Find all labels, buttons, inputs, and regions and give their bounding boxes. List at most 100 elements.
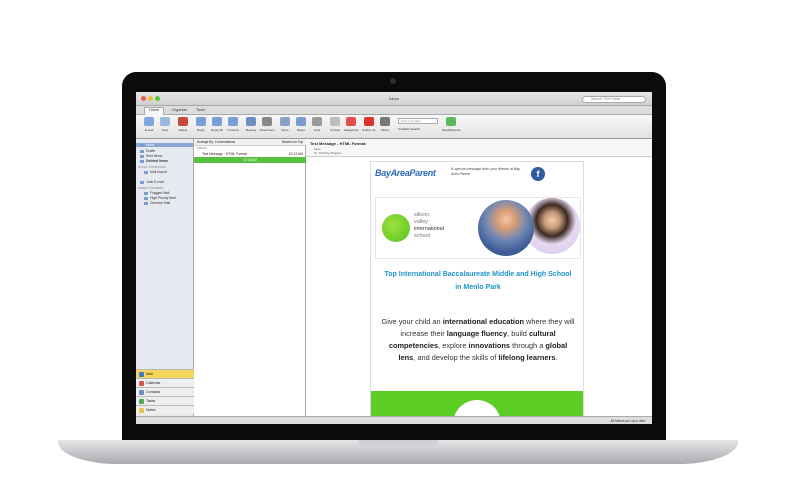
- tasks-icon: [139, 399, 144, 404]
- meeting-icon: [246, 117, 256, 126]
- email-icon: [144, 117, 154, 126]
- tab-tools[interactable]: Tools: [196, 108, 205, 112]
- body-text: .: [555, 353, 558, 362]
- nav-notes[interactable]: Notes: [136, 405, 194, 414]
- unread-icon: [330, 117, 340, 126]
- window-title: Inbox: [389, 96, 399, 101]
- svis-line-1: silicon: [414, 212, 430, 218]
- nav-label: Notes: [146, 408, 156, 412]
- nav-mail[interactable]: Mail: [136, 369, 194, 378]
- sidebar-item-junk[interactable]: Junk E-mail: [140, 180, 164, 184]
- hero-banner[interactable]: silicon valley international school: [375, 197, 581, 259]
- nav-calendar[interactable]: Calendar: [136, 378, 194, 387]
- bayareaparent-logo[interactable]: BayAreaParent: [375, 168, 436, 178]
- body-bold: innovations: [468, 341, 511, 350]
- nav-tasks[interactable]: Tasks: [136, 396, 194, 405]
- html-email-body: BayAreaParent A special message from you…: [370, 161, 584, 418]
- sidebar-item-label: Flagged Mail: [150, 191, 170, 195]
- forward-button[interactable]: Forward: [224, 117, 242, 137]
- smart-folders-header[interactable]: SMART FOLDERS: [138, 186, 163, 190]
- reply-icon: [196, 117, 206, 126]
- filters-button[interactable]: Filters: [376, 117, 394, 137]
- sidebar-item-high-priority[interactable]: High Priority Mail: [144, 196, 176, 200]
- sidebar-item-label: Deleted Items: [146, 159, 169, 163]
- calendar-icon: [139, 381, 144, 386]
- smart-folder-icon: [144, 196, 148, 200]
- sidebar-item-mail-import[interactable]: Mail Import: [144, 170, 167, 174]
- facebook-icon[interactable]: f: [531, 167, 545, 181]
- contacts-icon: [139, 390, 144, 395]
- attachment-label: Attachment: [259, 128, 275, 132]
- contacts-search-label: Contacts Search: [398, 127, 421, 131]
- sidebar-item-overdue[interactable]: Overdue Mail: [144, 201, 170, 205]
- folder-icon: [140, 180, 144, 184]
- arrange-bar[interactable]: Arrange By: Conversations Newest on Top: [194, 139, 306, 146]
- outlook-window: Inbox Search This Folder Home Organize T…: [136, 92, 652, 424]
- delete-label: Delete: [178, 128, 188, 132]
- email-headline[interactable]: Top International Baccalaureate Middle a…: [381, 268, 575, 294]
- sidebar-item-label: Mail Import: [150, 170, 167, 174]
- forward-icon: [228, 117, 238, 126]
- search-placeholder: Search This Folder: [591, 97, 621, 101]
- find-contact-input[interactable]: Find a Contact: [398, 118, 438, 124]
- contacts-search-button[interactable]: Contacts Search: [398, 127, 420, 131]
- sidebar-item-inbox[interactable]: Inbox: [136, 143, 193, 147]
- rules-icon: [296, 117, 306, 126]
- ribbon-tabs: Home Organize Tools: [136, 106, 652, 115]
- smart-folder-icon: [144, 191, 148, 195]
- body-text: , build: [507, 329, 529, 338]
- svis-logo-icon: [382, 214, 410, 242]
- ribbon-toolbar: E-mail New Delete Reply Reply All Forwar…: [136, 115, 652, 139]
- folder-icon: [140, 149, 144, 153]
- arrange-by-label: Arrange By: Conversations: [197, 140, 236, 144]
- categorize-button[interactable]: Categorize: [342, 117, 360, 137]
- on-my-computer-header[interactable]: ON MY COMPUTER: [138, 165, 166, 169]
- body-bold: lifelong learners: [498, 353, 556, 362]
- camera: [390, 78, 396, 84]
- send-receive-button[interactable]: Send/Receive: [442, 117, 461, 137]
- folder-sidebar: Inbox Drafts Sent Items Deleted Items ON…: [136, 139, 194, 424]
- sync-status: All folders are up to date.: [610, 419, 646, 423]
- folder-icon: [140, 159, 144, 163]
- laptop-notch: [358, 440, 438, 446]
- folder-icon: [144, 170, 148, 174]
- sort-order-label: Newest on Top: [281, 140, 303, 144]
- svis-line-3: international: [414, 226, 444, 232]
- body-bold: language fluency: [446, 329, 508, 338]
- body-text: Give your child an: [381, 317, 443, 326]
- search-input[interactable]: Search This Folder: [582, 96, 646, 103]
- message-header: Test Message - HTML Format: Sent: To: Ti…: [306, 139, 652, 157]
- svis-logo-text: silicon valley international school: [414, 212, 444, 240]
- nav-contacts[interactable]: Contacts: [136, 387, 194, 396]
- move-icon: [280, 117, 290, 126]
- folder-icon: [140, 154, 144, 158]
- junk-button[interactable]: Junk: [308, 117, 326, 137]
- flag-icon: [364, 117, 374, 126]
- sidebar-item-flagged[interactable]: Flagged Mail: [144, 191, 169, 195]
- svis-line-4: school: [414, 233, 430, 239]
- sidebar-item-drafts[interactable]: Drafts: [140, 149, 155, 153]
- nav-label: Contacts: [146, 390, 161, 394]
- new-label: New: [161, 128, 168, 132]
- nav-label: Tasks: [146, 399, 156, 403]
- junk-label: Junk: [313, 128, 321, 132]
- tab-organize[interactable]: Organize: [172, 108, 187, 112]
- sidebar-item-label: Sent Items: [146, 154, 163, 158]
- new-button[interactable]: New: [156, 117, 174, 137]
- junk-icon: [312, 117, 322, 126]
- body-text: , and develop the skills of: [413, 353, 499, 362]
- nav-label: Mail: [146, 372, 153, 376]
- attachment-button[interactable]: Attachment: [258, 117, 276, 137]
- message-list: Arrange By: Conversations Newest on Top T…: [194, 139, 306, 424]
- sidebar-item-sent[interactable]: Sent Items: [140, 154, 162, 158]
- sidebar-item-deleted[interactable]: Deleted Items: [140, 159, 168, 163]
- delete-button[interactable]: Delete: [174, 117, 192, 137]
- delete-icon: [178, 117, 188, 126]
- selected-message-row[interactable]: 10:13 AM: [194, 157, 306, 163]
- nav-label: Calendar: [146, 381, 161, 385]
- sidebar-item-label: Drafts: [146, 149, 156, 153]
- sidebar-item-label: Junk E-mail: [146, 180, 164, 184]
- tab-home[interactable]: Home: [144, 107, 165, 115]
- body-text: through a: [510, 341, 546, 350]
- attachment-icon: [262, 117, 272, 126]
